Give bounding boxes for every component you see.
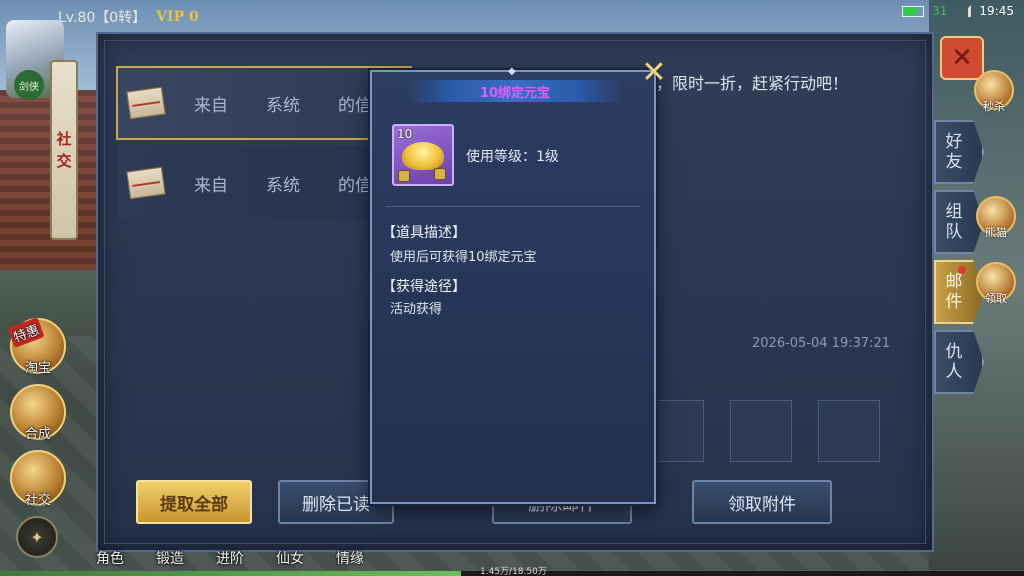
- envelope-icon: [126, 166, 166, 200]
- experience-fill: [0, 571, 461, 576]
- signal-icon: [955, 5, 972, 17]
- player-info-bar: Lv.80【0转】 VIP 0: [58, 6, 199, 28]
- ingot-icon: [402, 142, 444, 170]
- item-count: 10: [397, 127, 413, 141]
- tab-char: 友: [945, 152, 963, 172]
- mail-date: 2026-05-04 19:37:21: [752, 336, 891, 351]
- close-icon: ✕: [951, 43, 973, 73]
- tab-char: 组: [945, 202, 963, 222]
- clock: 19:45: [979, 4, 1014, 18]
- bottom-nav: 角色 锻造 进阶 仙女 情缘: [80, 548, 380, 568]
- lock-icon: [434, 168, 446, 180]
- social-scroll-char: 交: [56, 152, 72, 170]
- taobao-button[interactable]: 特惠 淘宝: [7, 317, 66, 376]
- craft-label: 合成: [24, 427, 51, 442]
- source-heading: 【获得途径】: [382, 279, 466, 295]
- close-panel-button[interactable]: ✕: [940, 36, 984, 80]
- tab-char: 好: [945, 132, 963, 152]
- mail-from-word: 来自: [194, 175, 228, 196]
- take-all-button[interactable]: 提取全部: [136, 480, 252, 524]
- social-scroll-char: 社: [56, 130, 72, 148]
- taobao-label: 淘宝: [24, 361, 51, 376]
- mail-sender: 来自 系统 的信: [194, 171, 372, 196]
- envelope-icon: [126, 86, 166, 120]
- claim-icon[interactable]: 领取: [976, 262, 1016, 305]
- nav-fairy[interactable]: 仙女: [260, 548, 320, 568]
- mail-list: 来自 系统 的信 来自 系统 的信: [116, 66, 412, 226]
- nav-advance[interactable]: 进阶: [200, 548, 260, 568]
- source-text: 活动获得: [390, 302, 443, 317]
- mail-list-item[interactable]: 来自 系统 的信: [116, 66, 412, 140]
- craft-button[interactable]: 合成: [10, 384, 66, 442]
- social-button[interactable]: 社交: [10, 450, 66, 508]
- flash-sale-icon[interactable]: 秒杀: [974, 70, 1014, 113]
- mail-sender: 来自 系统 的信: [194, 91, 372, 116]
- mail-from-word: 的信: [338, 175, 372, 196]
- attachment-slot[interactable]: [818, 400, 880, 462]
- panda-label: 熊猫: [985, 226, 1007, 239]
- popup-title-bar: 10绑定元宝: [408, 80, 622, 102]
- item-tooltip-popup: ◆ 10绑定元宝 10 使用等级：1级 【道具描述】 使用后可获得10绑定元宝 …: [370, 66, 656, 504]
- claim-label: 领取: [985, 292, 1007, 305]
- nav-forge[interactable]: 锻造: [140, 548, 200, 568]
- tab-char: 队: [945, 222, 963, 242]
- mail-from-word: 系统: [266, 175, 300, 196]
- class-badge: 剑侠: [14, 70, 44, 100]
- notification-dot: [958, 266, 966, 274]
- ornament-icon: ◆: [508, 66, 516, 77]
- system-status-bar: 31 19:45: [834, 0, 1024, 22]
- vip-badge[interactable]: VIP 0: [156, 9, 199, 25]
- mail-from-word: 系统: [266, 95, 300, 116]
- tab-char: 件: [945, 292, 963, 312]
- popup-close-icon[interactable]: ✕: [638, 58, 670, 90]
- mail-list-item[interactable]: 来自 系统 的信: [116, 146, 412, 220]
- social-label: 社交: [24, 493, 51, 508]
- tab-char: 邮: [945, 272, 963, 292]
- tab-char: 人: [945, 362, 963, 382]
- panda-icon[interactable]: 熊猫: [976, 196, 1016, 239]
- experience-text: 1.45万/18.50万: [480, 567, 547, 576]
- social-scroll-tab[interactable]: 社 交: [50, 60, 78, 240]
- tab-char: 仇: [945, 342, 963, 362]
- nav-romance[interactable]: 情缘: [320, 548, 380, 568]
- description-heading: 【道具描述】: [382, 225, 466, 241]
- battery-icon: [902, 5, 925, 17]
- flash-sale-label: 秒杀: [983, 100, 1005, 113]
- mail-from-word: 来自: [194, 95, 228, 116]
- gold-ingot-icon: 10: [392, 124, 454, 186]
- take-attachment-button[interactable]: 领取附件: [692, 480, 832, 524]
- description-text: 使用后可获得10绑定元宝: [390, 250, 537, 265]
- mail-from-word: 的信: [338, 95, 372, 116]
- lock-icon: [398, 170, 410, 182]
- attachment-slot[interactable]: [730, 400, 792, 462]
- nav-character[interactable]: 角色: [80, 548, 140, 568]
- player-level: Lv.80【0转】: [58, 10, 147, 26]
- battery-level: 31: [932, 4, 948, 18]
- item-name: 10绑定元宝: [479, 85, 551, 101]
- divider: [386, 206, 640, 207]
- dpad-icon[interactable]: ✦: [16, 516, 58, 558]
- use-level: 使用等级：1级: [466, 149, 559, 165]
